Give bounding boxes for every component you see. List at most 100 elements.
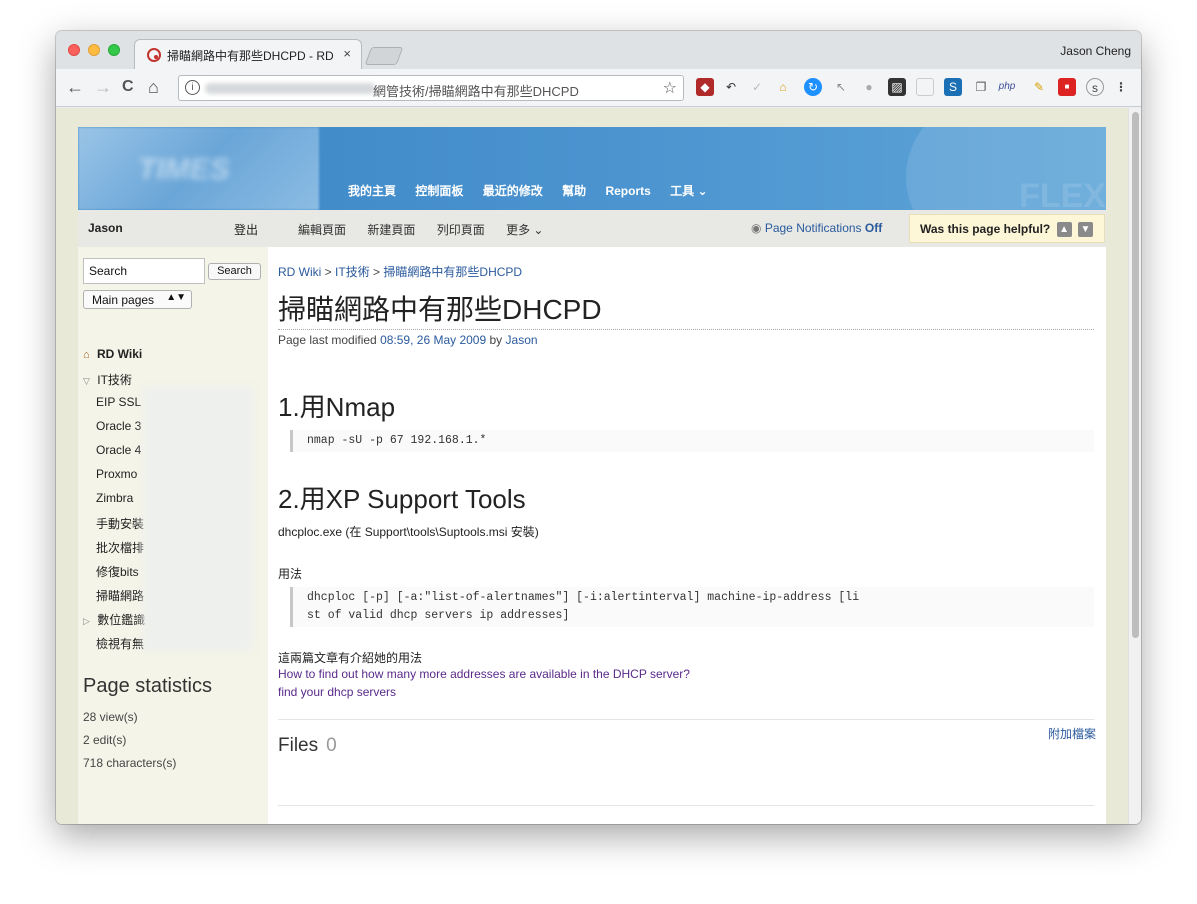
s-circle-ext-icon[interactable]: s <box>1086 78 1104 96</box>
home-icon[interactable]: ⌂ <box>148 77 159 97</box>
modified-time-link[interactable]: 08:59, 26 May 2009 <box>380 333 486 347</box>
page-viewport: TIMES FLEX 我的主頁 控制面板 最近的修改 幫助 Reports 工具… <box>56 108 1128 824</box>
colorful-ext-icon[interactable]: ⌂ <box>774 78 792 96</box>
select-arrows-icon: ▲▼ <box>166 292 186 303</box>
breadcrumb-current[interactable]: 掃瞄網路中有那些DHCPD <box>383 265 522 279</box>
search-button[interactable]: Search <box>208 263 261 280</box>
bookmark-star-icon[interactable]: ☆ <box>663 78 677 98</box>
reload-icon[interactable]: C <box>122 77 134 97</box>
tree-label: RD Wiki <box>97 347 143 361</box>
cursor-ext-icon[interactable]: ↖ <box>832 78 850 96</box>
info-icon[interactable]: i <box>185 80 200 95</box>
stat-characters: 718 characters(s) <box>83 756 177 770</box>
blurred-host <box>205 83 375 94</box>
sidebar: Search Search Main pages ▲▼ ⌂ RD Wiki ▽ … <box>78 247 268 824</box>
circle-ext-icon[interactable]: ● <box>860 78 878 96</box>
breadcrumb: RD Wiki > IT技術 > 掃瞄網路中有那些DHCPD <box>278 263 522 280</box>
tree-item[interactable]: 修復bits <box>96 563 139 580</box>
search-input[interactable]: Search <box>83 258 205 284</box>
edit-page-link[interactable]: 編輯頁面 <box>298 223 346 237</box>
attach-file-link[interactable]: 附加檔案 <box>1048 725 1096 742</box>
nav-recent-changes[interactable]: 最近的修改 <box>483 184 543 198</box>
profile-name[interactable]: Jason Cheng <box>1060 44 1131 58</box>
thumbs-up-icon[interactable]: ▲ <box>1056 222 1072 238</box>
breadcrumb-separator: > <box>324 265 332 279</box>
new-page-link[interactable]: 新建頁面 <box>367 223 415 237</box>
forward-icon[interactable]: → <box>94 77 112 97</box>
files-divider <box>278 719 1094 720</box>
logout-link[interactable]: 登出 <box>234 221 258 238</box>
back-icon[interactable]: ← <box>66 77 84 97</box>
reference-link-2[interactable]: find your dhcp servers <box>278 685 396 699</box>
address-bar[interactable]: i 網管技術/掃瞄網路中有那些DHCPD ☆ <box>178 75 684 101</box>
tree-item[interactable]: Oracle 3 <box>96 419 141 433</box>
site-favicon-icon <box>147 48 161 62</box>
modified-by-link[interactable]: Jason <box>506 333 538 347</box>
section-heading-xp-tools: 2.用XP Support Tools <box>278 484 526 514</box>
tree-item-it-tech[interactable]: ▽ IT技術 <box>83 371 132 388</box>
tab-close-icon[interactable]: × <box>343 46 351 61</box>
photo-ext-icon[interactable]: ▨ <box>888 78 906 96</box>
section2-text: dhcploc.exe (在 Support\tools\Suptools.ms… <box>278 525 539 539</box>
reference-link-1[interactable]: How to find out how many more addresses … <box>278 667 690 681</box>
tree-item[interactable]: Zimbra <box>96 491 133 505</box>
breadcrumb-separator: > <box>373 265 381 279</box>
helpful-label: Was this page helpful? <box>920 222 1051 236</box>
nav-help[interactable]: 幫助 <box>562 184 586 198</box>
undo-ext-icon[interactable]: ↶ <box>722 78 740 96</box>
usage-label: 用法 <box>278 567 303 581</box>
breadcrumb-rd-wiki[interactable]: RD Wiki <box>278 265 321 279</box>
last-modified: Page last modified 08:59, 26 May 2009 by… <box>278 333 538 347</box>
main-pages-select[interactable]: Main pages ▲▼ <box>83 290 192 309</box>
modified-prefix: Page last modified <box>278 333 377 347</box>
page-title: 掃瞄網路中有那些DHCPD <box>278 294 602 325</box>
tree-item[interactable]: Oracle 4 <box>96 443 141 457</box>
page-actions: 編輯頁面 新建頁面 列印頁面 更多 ⌄ <box>298 221 561 238</box>
active-tab[interactable]: 掃瞄網路中有那些DHCPD - RD × <box>134 39 362 69</box>
tree-item-current[interactable]: 掃瞄網路 <box>96 587 144 604</box>
tree-item[interactable]: EIP SSL <box>96 395 141 409</box>
shield-ext-icon[interactable]: ◆ <box>696 78 714 96</box>
current-user[interactable]: Jason <box>88 221 123 235</box>
code-line-2: st of valid dhcp servers ip addresses] <box>307 609 570 622</box>
tree-item[interactable]: 檢視有無 <box>96 635 144 652</box>
sync-ext-icon[interactable]: ↻ <box>804 78 822 96</box>
code-block-dhcploc: dhcploc [-p] [-a:"list-of-alertnames"] [… <box>290 587 1094 627</box>
close-window-button[interactable] <box>68 44 80 56</box>
s-ext-icon[interactable]: S <box>944 78 962 96</box>
breadcrumb-it-tech[interactable]: IT技術 <box>335 265 370 279</box>
bottom-divider <box>278 805 1094 806</box>
more-menu[interactable]: 更多 ⌄ <box>506 223 543 237</box>
minimize-window-button[interactable] <box>88 44 100 56</box>
check-ext-icon[interactable]: ✓ <box>748 78 766 96</box>
scrollbar-thumb[interactable] <box>1132 112 1139 638</box>
stat-views: 28 view(s) <box>83 710 138 724</box>
nav-control-panel[interactable]: 控制面板 <box>415 184 463 198</box>
broom-ext-icon[interactable]: ✎ <box>1030 78 1048 96</box>
tab-title: 掃瞄網路中有那些DHCPD - RD <box>167 49 334 63</box>
copy-ext-icon[interactable]: ❐ <box>972 78 990 96</box>
thumbs-down-icon[interactable]: ▼ <box>1077 222 1093 238</box>
maximize-window-button[interactable] <box>108 44 120 56</box>
vertical-scrollbar[interactable] <box>1128 108 1141 824</box>
nav-reports[interactable]: Reports <box>605 184 650 198</box>
url-text: 網管技術/掃瞄網路中有那些DHCPD <box>373 84 579 99</box>
print-page-link[interactable]: 列印頁面 <box>437 223 485 237</box>
nav-my-home[interactable]: 我的主頁 <box>348 184 396 198</box>
stat-edits: 2 edit(s) <box>83 733 127 747</box>
php-ext-icon[interactable]: php <box>998 78 1016 96</box>
tree-item-forensics[interactable]: ▷ 數位鑑識 <box>83 611 145 628</box>
title-divider <box>278 329 1094 330</box>
blank-ext-icon[interactable] <box>916 78 934 96</box>
flag-ext-icon[interactable]: ■ <box>1058 78 1076 96</box>
menu-icon[interactable]: ⋮ <box>1112 78 1130 96</box>
tree-item[interactable]: 批次檔排 <box>96 539 144 556</box>
blurred-tree-text <box>143 387 253 651</box>
nav-tools[interactable]: 工具 ⌄ <box>670 184 707 198</box>
tree-item-rd-wiki[interactable]: ⌂ RD Wiki <box>83 347 142 361</box>
tree-item[interactable]: Proxmo <box>96 467 137 481</box>
page-notifications[interactable]: ◉ Page Notifications Off <box>751 221 882 235</box>
new-tab-button[interactable] <box>364 47 404 65</box>
tree-item[interactable]: 手動安裝 <box>96 515 144 532</box>
site-logo: TIMES <box>78 127 319 210</box>
